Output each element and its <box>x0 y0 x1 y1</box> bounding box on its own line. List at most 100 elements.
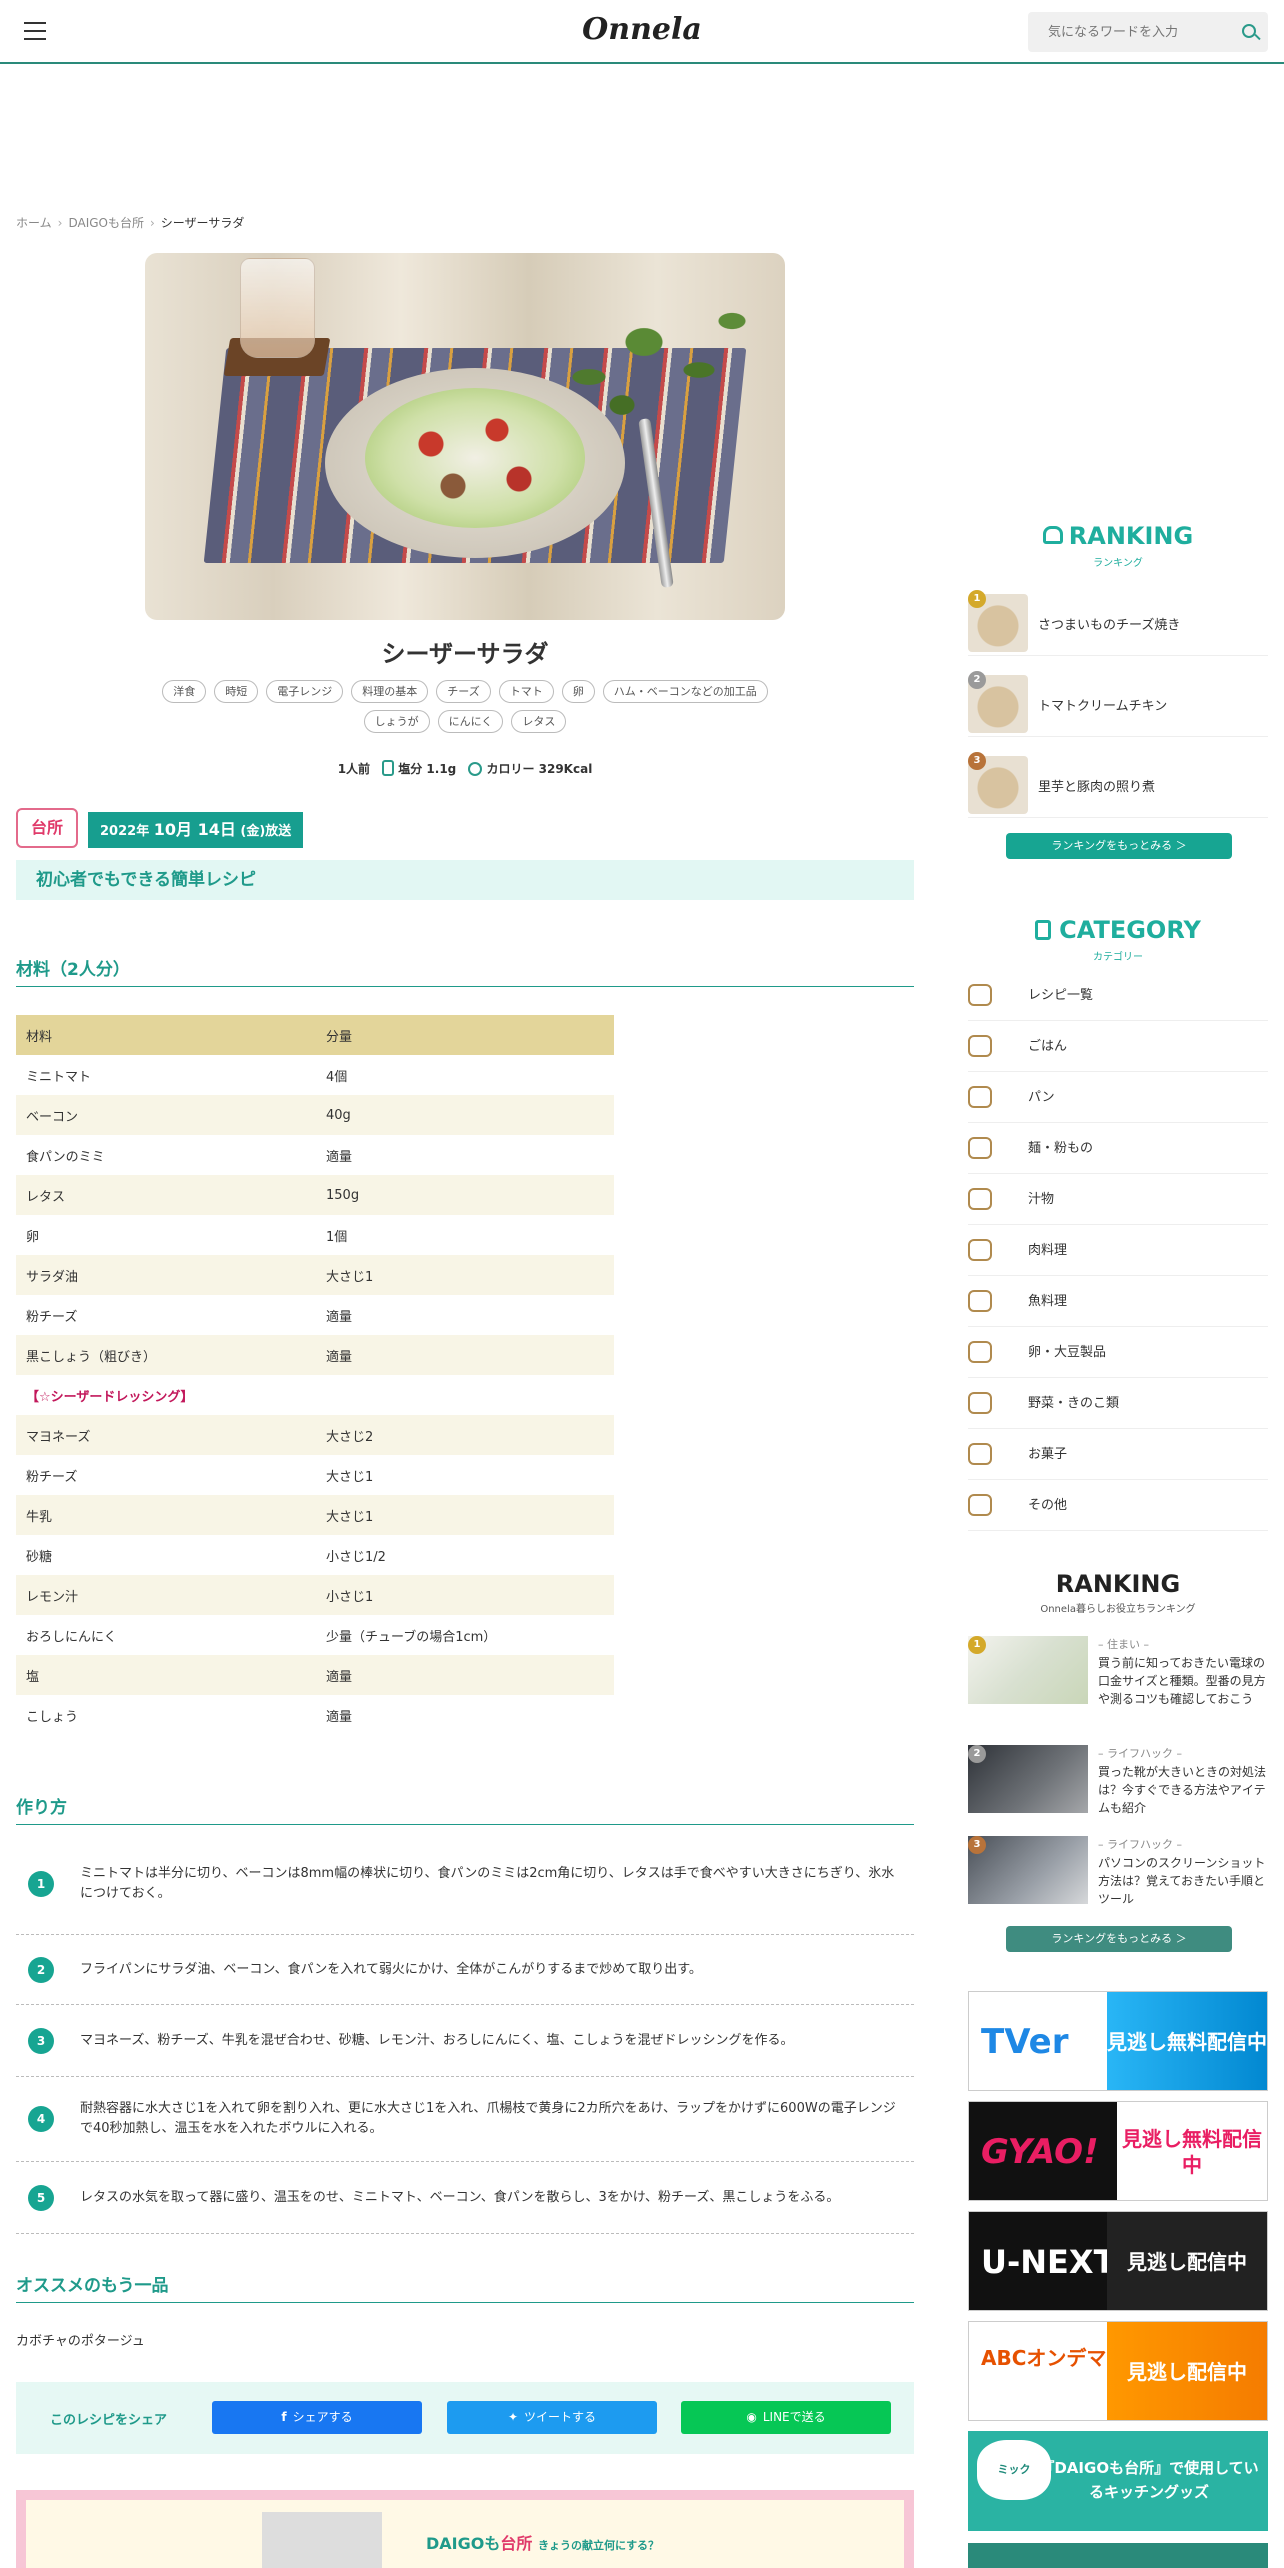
article-thumbnail <box>968 1745 1088 1813</box>
tag[interactable]: しょうが <box>363 710 430 733</box>
ranking-item-label: さつまいものチーズ焼き <box>1038 617 1181 633</box>
promo-title: DAIGOも台所 きょうの献立何にする？ <box>426 2530 659 2554</box>
ingredient-name: ミニトマト <box>26 1069 92 1085</box>
breadcrumb-current: シーザーサラダ <box>160 216 245 230</box>
tag[interactable]: 時短 <box>214 680 259 703</box>
tag[interactable]: チーズ <box>436 680 491 703</box>
category-label: 魚料理 <box>1028 1294 1068 1309</box>
ingredient-amount: 1個 <box>326 1229 348 1245</box>
kitchen-goods-banner[interactable]: ミック 『DAIGOも台所』で使用しているキッチングッズ <box>968 2431 1268 2531</box>
chevron-right-icon: › <box>149 216 155 230</box>
category-item[interactable]: その他 <box>968 1480 1268 1531</box>
catchcopy: 初心者でもできる簡単レシピ <box>16 860 914 900</box>
promo-title-main: DAIGOも <box>426 2534 501 2553</box>
ingredient-amount: 40g <box>316 1095 614 1135</box>
twitter-share-button[interactable]: ✦ ツイートする <box>447 2401 657 2434</box>
ingredient-name: 卵 <box>26 1229 40 1245</box>
search-input[interactable] <box>1028 12 1228 52</box>
gyao-banner[interactable]: GYAO! 見逃し無料配信中 <box>968 2101 1268 2201</box>
search-icon[interactable] <box>1242 24 1256 38</box>
table-row: 粉チーズ 適量 <box>16 1295 614 1335</box>
tag[interactable]: ハム・ベーコンなどの加工品 <box>602 680 768 703</box>
ranking-item[interactable]: 2 トマトクリームチキン <box>968 671 1268 737</box>
table-row: レモン汁 小さじ1 <box>16 1575 614 1615</box>
ingredient-amount: 大さじ1 <box>326 1469 374 1485</box>
unext-banner[interactable]: U-NEXT 見逃し配信中 <box>968 2211 1268 2311</box>
tag[interactable]: 電子レンジ <box>266 680 344 703</box>
tag[interactable]: にんにく <box>437 710 504 733</box>
ranking-heading: RANKING ランキング <box>968 522 1268 569</box>
banner-text: 見逃し無料配信中 <box>1117 2102 1267 2200</box>
recommend-link[interactable]: カボチャのポタージュ <box>16 2330 145 2349</box>
category-item[interactable]: 野菜・きのこ類 <box>968 1378 1268 1429</box>
category-item[interactable]: パン <box>968 1072 1268 1123</box>
line-share-label: LINEで送る <box>762 2410 826 2424</box>
ingredient-name: マヨネーズ <box>16 1415 316 1455</box>
breadcrumb-category[interactable]: DAIGOも台所 <box>68 216 144 230</box>
ingredient-amount: 大さじ1 <box>316 1255 614 1295</box>
sidebar-banner[interactable] <box>968 2543 1268 2568</box>
airdate-year: 2022 <box>100 824 137 839</box>
category-item[interactable]: 魚料理 <box>968 1276 1268 1327</box>
fish-icon <box>968 1290 992 1312</box>
rank-badge: 3 <box>968 1836 986 1854</box>
table-row: 【☆シーザードレッシング】 <box>16 1375 614 1415</box>
ranking-item[interactable]: 1 さつまいものチーズ焼き <box>968 590 1268 656</box>
ranking-item-label: 里芋と豚肉の照り煮 <box>1038 779 1156 795</box>
utensils-icon <box>968 984 992 1006</box>
table-row: 牛乳 大さじ1 <box>16 1495 614 1535</box>
line-share-button[interactable]: ◉ LINEで送る <box>681 2401 891 2434</box>
method-step: 1 ミニトマトは半分に切り、ベーコンは8mm幅の棒状に切り、食パンのミミは2cm角… <box>16 1834 914 1935</box>
recipe-tags: 洋食 時短 電子レンジ 料理の基本 チーズ トマト卵ハム・ベーコンなどの加工品 しょうがに… <box>145 675 785 735</box>
category-item[interactable]: 卵・大豆製品 <box>968 1327 1268 1378</box>
category-item[interactable]: レシピ一覧 <box>968 970 1268 1021</box>
banner-text: 見逃し無料配信中 <box>1107 1992 1267 2090</box>
ranking-more-button[interactable]: ランキングをもっとみる ＞ <box>1006 833 1232 859</box>
unext-logo: U-NEXT <box>981 2243 1116 2281</box>
lifestyle-ranking-item[interactable]: 3 – ライフハック – パソコンのスクリーンショット方法は？覚えておきたい手順… <box>968 1836 1268 1926</box>
lifestyle-ranking-more-button[interactable]: ランキングをもっとみる ＞ <box>1006 1926 1232 1952</box>
tag[interactable]: レタス <box>511 710 567 733</box>
facebook-share-button[interactable]: f シェアする <box>212 2401 422 2434</box>
facebook-icon: f <box>281 2410 287 2424</box>
chevron-right-icon: › <box>57 216 63 230</box>
tver-banner[interactable]: TVer 見逃し無料配信中 <box>968 1991 1268 2091</box>
ingredient-amount: 小さじ1/2 <box>326 1549 386 1565</box>
article-title: 買った靴が大きいときの対処法は？今すぐできる方法やアイテムも紹介 <box>1098 1765 1267 1815</box>
category-item[interactable]: 肉料理 <box>968 1225 1268 1276</box>
category-item[interactable]: お菓子 <box>968 1429 1268 1480</box>
rank-badge: 2 <box>968 1745 986 1763</box>
clipboard-icon <box>1035 920 1052 940</box>
breadcrumb-home[interactable]: ホーム <box>16 216 52 230</box>
tag[interactable]: 洋食 <box>162 680 207 703</box>
table-row: 塩適量 <box>16 1655 614 1695</box>
step-text: レタスの水気を取って器に盛り、温玉をのせ、ミニトマト、ベーコン、食パンを散らし、… <box>80 2189 840 2205</box>
tag[interactable]: 卵 <box>561 680 595 703</box>
tag[interactable]: トマト <box>498 680 554 703</box>
banner-text: 見逃し配信中 <box>1107 2212 1267 2310</box>
category-item[interactable]: 汁物 <box>968 1174 1268 1225</box>
soup-icon <box>968 1188 992 1210</box>
table-row: 黒こしょう（粗びき） 適量 <box>16 1335 614 1375</box>
category-item[interactable]: ごはん <box>968 1021 1268 1072</box>
table-row: おろしにんにく 少量（チューブの場合1cm） <box>16 1615 614 1655</box>
show-promo-banner[interactable]: DAIGOも台所 きょうの献立何にする？ <box>16 2490 914 2568</box>
category-label: 汁物 <box>1028 1192 1055 1207</box>
ingredient-amount: 適量 <box>326 1709 353 1725</box>
banner-text: 見逃し配信中 <box>1107 2322 1267 2420</box>
category-item[interactable]: 麺・粉もの <box>968 1123 1268 1174</box>
article-category: – ライフハック – <box>1098 1747 1182 1760</box>
egg-icon <box>968 1341 992 1363</box>
tag[interactable]: 料理の基本 <box>351 680 429 703</box>
lifestyle-ranking-item[interactable]: 2 – ライフハック – 買った靴が大きいときの対処法は？今すぐできる方法やアイ… <box>968 1745 1268 1835</box>
noodle-icon <box>968 1137 992 1159</box>
lifestyle-ranking-item[interactable]: 1 – 住まい – 買う前に知っておきたい電球の口金サイズと種類。型番の見方や測… <box>968 1636 1268 1726</box>
abc-ondemand-banner[interactable]: ABCオンデマンド 見逃し配信中 <box>968 2321 1268 2421</box>
ingredient-amount <box>316 1375 614 1415</box>
ranking-item[interactable]: 3 里芋と豚肉の照り煮 <box>968 752 1268 818</box>
servings: 1人前 <box>337 762 371 776</box>
category-label: ごはん <box>1028 1039 1068 1054</box>
ingredient-name: ベーコン <box>16 1095 316 1135</box>
ingredient-amount: 適量 <box>326 1149 353 1165</box>
ingredient-amount: 大さじ2 <box>316 1415 614 1455</box>
